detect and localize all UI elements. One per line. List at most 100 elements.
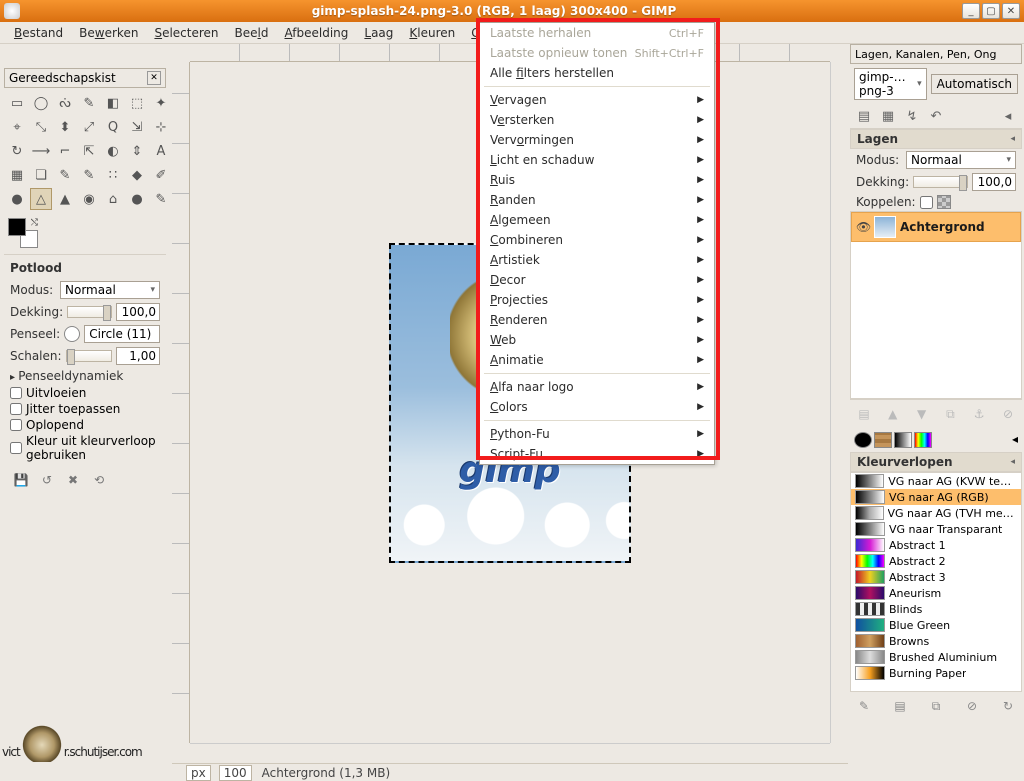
tool-3[interactable]: ✎ bbox=[78, 92, 100, 114]
tool-24[interactable]: ✎ bbox=[78, 164, 100, 186]
gradient-abstract-2[interactable]: Abstract 2 bbox=[851, 553, 1021, 569]
tool-0[interactable]: ▭ bbox=[6, 92, 28, 114]
layers-menu-icon[interactable]: ◂ bbox=[1010, 134, 1015, 144]
lock-pixels-checkbox[interactable] bbox=[920, 196, 933, 209]
active-gradient-icon[interactable] bbox=[894, 432, 912, 448]
tool-16[interactable]: ⌐ bbox=[54, 140, 76, 162]
incremental-checkbox[interactable] bbox=[10, 419, 22, 431]
tool-23[interactable]: ✎ bbox=[54, 164, 76, 186]
gradient-vg-naar-ag-kvw-tegen[interactable]: VG naar AG (KVW tegen bbox=[851, 473, 1021, 489]
menu-bestand[interactable]: Bestand bbox=[6, 24, 71, 42]
tool-7[interactable]: ⌖ bbox=[6, 116, 28, 138]
filter-licht-en-schaduw[interactable]: Licht en schaduw▶ bbox=[480, 150, 714, 170]
tool-32[interactable]: ⌂ bbox=[102, 188, 124, 210]
active-palette-icon[interactable] bbox=[914, 432, 932, 448]
tool-27[interactable]: ✐ bbox=[150, 164, 172, 186]
gradient-blue-green[interactable]: Blue Green bbox=[851, 617, 1021, 633]
tool-5[interactable]: ⬚ bbox=[126, 92, 148, 114]
tool-33[interactable]: ● bbox=[126, 188, 148, 210]
tool-14[interactable]: ↻ bbox=[6, 140, 28, 162]
scale-spin[interactable]: 1,00 bbox=[116, 347, 160, 365]
menu-laag[interactable]: Laag bbox=[356, 24, 401, 42]
filter-web[interactable]: Web▶ bbox=[480, 330, 714, 350]
filter-python-fu[interactable]: Python-Fu▶ bbox=[480, 424, 714, 444]
tool-2[interactable]: ᔔ bbox=[54, 92, 76, 114]
gradient-blinds[interactable]: Blinds bbox=[851, 601, 1021, 617]
minimize-button[interactable]: _ bbox=[962, 3, 980, 19]
gradient-brushed-aluminium[interactable]: Brushed Aluminium bbox=[851, 649, 1021, 665]
reset-options-icon[interactable]: ⟲ bbox=[88, 469, 110, 491]
filter-combineren[interactable]: Combineren▶ bbox=[480, 230, 714, 250]
filter-algemeen[interactable]: Algemeen▶ bbox=[480, 210, 714, 230]
filter-alfa-naar-logo[interactable]: Alfa naar logo▶ bbox=[480, 377, 714, 397]
filter-ruis[interactable]: Ruis▶ bbox=[480, 170, 714, 190]
gradient-abstract-3[interactable]: Abstract 3 bbox=[851, 569, 1021, 585]
anchor-layer-icon[interactable]: ⚓ bbox=[969, 404, 989, 424]
tool-29[interactable]: △ bbox=[30, 188, 52, 210]
active-pattern-icon[interactable] bbox=[874, 432, 892, 448]
tool-11[interactable]: Q bbox=[102, 116, 124, 138]
filter-decor[interactable]: Decor▶ bbox=[480, 270, 714, 290]
tool-20[interactable]: A bbox=[150, 140, 172, 162]
fg-bg-swatches[interactable]: ⤭ bbox=[4, 212, 166, 254]
jitter-checkbox[interactable] bbox=[10, 403, 22, 415]
tool-28[interactable]: ● bbox=[6, 188, 28, 210]
brush-preview-icon[interactable] bbox=[64, 326, 80, 342]
gradient-vg-naar-transparant[interactable]: VG naar Transparant bbox=[851, 521, 1021, 537]
tool-1[interactable]: ◯ bbox=[30, 92, 52, 114]
filter-animatie[interactable]: Animatie▶ bbox=[480, 350, 714, 370]
menu-afbeelding[interactable]: Afbeelding bbox=[276, 24, 356, 42]
delete-gradient-icon[interactable]: ⊘ bbox=[962, 696, 982, 716]
tool-15[interactable]: ⟶ bbox=[30, 140, 52, 162]
tool-30[interactable]: ▲ bbox=[54, 188, 76, 210]
tool-18[interactable]: ◐ bbox=[102, 140, 124, 162]
delete-options-icon[interactable]: ✖ bbox=[62, 469, 84, 491]
mode-select[interactable]: Normaal▾ bbox=[60, 281, 160, 299]
tool-31[interactable]: ◉ bbox=[78, 188, 100, 210]
duplicate-layer-icon[interactable]: ⧉ bbox=[940, 404, 960, 424]
horizontal-scrollbar[interactable] bbox=[190, 743, 830, 761]
channels-tab-icon[interactable]: ▦ bbox=[878, 106, 898, 126]
brush-dynamics-expander[interactable]: Penseeldynamiek bbox=[10, 367, 160, 385]
menu-kleuren[interactable]: Kleuren bbox=[401, 24, 463, 42]
status-zoom[interactable]: 100 bbox=[219, 765, 252, 781]
opacity-spin[interactable]: 100,0 bbox=[116, 303, 160, 321]
scale-slider[interactable] bbox=[66, 350, 112, 362]
filter-colors[interactable]: Colors▶ bbox=[480, 397, 714, 417]
gradient-burning-paper[interactable]: Burning Paper bbox=[851, 665, 1021, 681]
tool-25[interactable]: ∷ bbox=[102, 164, 124, 186]
brush-select[interactable]: Circle (11) bbox=[84, 325, 160, 343]
status-units[interactable]: px bbox=[186, 765, 211, 781]
tool-13[interactable]: ⊹ bbox=[150, 116, 172, 138]
swap-colors-icon[interactable]: ⤭ bbox=[31, 218, 38, 228]
tool-19[interactable]: ⇕ bbox=[126, 140, 148, 162]
gradient-vg-naar-ag-tvh-met-de[interactable]: VG naar AG (TVH met de bbox=[851, 505, 1021, 521]
filter-alle-filters-herstellen[interactable]: Alle filters herstellen bbox=[480, 63, 714, 83]
tool-26[interactable]: ◆ bbox=[126, 164, 148, 186]
gradient-aneurism[interactable]: Aneurism bbox=[851, 585, 1021, 601]
restore-options-icon[interactable]: ↺ bbox=[36, 469, 58, 491]
paths-tab-icon[interactable]: ↯ bbox=[902, 106, 922, 126]
filter-vervormingen[interactable]: Vervormingen▶ bbox=[480, 130, 714, 150]
filter-renderen[interactable]: Renderen▶ bbox=[480, 310, 714, 330]
fade-checkbox[interactable] bbox=[10, 387, 22, 399]
tool-8[interactable]: ⤡ bbox=[30, 116, 52, 138]
image-selector[interactable]: gimp-…png-3▾ bbox=[854, 68, 927, 100]
active-brush-icon[interactable] bbox=[854, 432, 872, 448]
tab-menu-icon[interactable]: ◂ bbox=[998, 106, 1018, 126]
duplicate-gradient-icon[interactable]: ⧉ bbox=[926, 696, 946, 716]
maximize-button[interactable]: ▢ bbox=[982, 3, 1000, 19]
tool-4[interactable]: ◧ bbox=[102, 92, 124, 114]
menu-beeld[interactable]: Beeld bbox=[227, 24, 277, 42]
tool-9[interactable]: ⬍ bbox=[54, 116, 76, 138]
layer-opacity-spin[interactable]: 100,0 bbox=[972, 173, 1016, 191]
tool-17[interactable]: ⇱ bbox=[78, 140, 100, 162]
vertical-scrollbar[interactable] bbox=[830, 62, 848, 743]
save-options-icon[interactable]: 💾 bbox=[10, 469, 32, 491]
opacity-slider[interactable] bbox=[67, 306, 112, 318]
fg-color-swatch[interactable] bbox=[8, 218, 26, 236]
layers-tab-icon[interactable]: ▤ bbox=[854, 106, 874, 126]
layer-opacity-slider[interactable] bbox=[913, 176, 968, 188]
layer-visibility-icon[interactable]: 👁 bbox=[856, 220, 870, 234]
delete-layer-icon[interactable]: ⊘ bbox=[998, 404, 1018, 424]
